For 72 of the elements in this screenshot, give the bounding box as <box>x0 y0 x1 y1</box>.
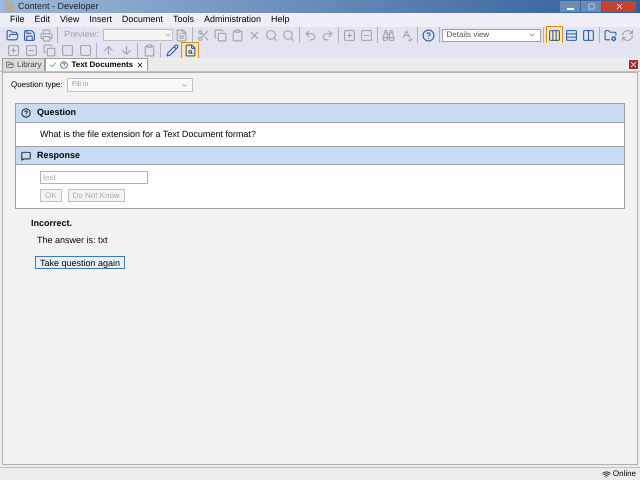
save-icon <box>23 28 36 42</box>
view-dropdown[interactable]: Details view <box>442 28 541 42</box>
check-icon <box>49 61 58 69</box>
help-icon <box>422 28 435 42</box>
minimize-icon <box>566 8 574 10</box>
arrow-up-icon <box>102 44 114 57</box>
redo-icon <box>321 28 334 42</box>
split-view-icon <box>582 28 595 42</box>
preview-label: Preview: <box>64 28 99 42</box>
folder-open-icon <box>6 28 20 42</box>
menu-item[interactable]: View <box>60 13 80 27</box>
answer-text: The answer is: txt <box>37 234 108 246</box>
library-icon <box>6 61 14 69</box>
close-button[interactable] <box>602 1 636 12</box>
network-icon <box>602 470 611 478</box>
question-text: What is the file extension for a Text Document format? <box>40 128 256 141</box>
magnifier-icon <box>265 28 278 42</box>
undo-icon <box>304 28 318 42</box>
columns-button[interactable] <box>546 26 563 44</box>
question-type-label: Question type: <box>11 79 64 91</box>
duplicate-icon <box>42 44 56 57</box>
arrow-down-icon <box>120 44 132 57</box>
minimize-button[interactable] <box>560 1 580 12</box>
menu-item[interactable]: Administration <box>204 13 261 27</box>
tab[interactable]: Library <box>2 58 46 71</box>
add-icon <box>6 44 20 57</box>
app-icon <box>4 2 14 12</box>
delete-icon <box>248 28 262 42</box>
printer-icon <box>40 28 54 42</box>
binoculars-icon <box>382 28 396 42</box>
question-icon <box>60 61 68 69</box>
status-text: Online <box>612 468 636 480</box>
square-icon <box>78 44 92 57</box>
section-title: Response <box>37 148 80 162</box>
menu-item[interactable]: Insert <box>89 13 112 27</box>
retake-button[interactable]: Take question again <box>35 256 126 269</box>
window-title: Content - Developer <box>18 0 99 13</box>
plus-box-icon <box>343 28 356 42</box>
remove-icon <box>24 44 38 57</box>
folder-settings-icon <box>604 28 617 42</box>
response-icon <box>21 150 31 160</box>
minus-box-icon <box>360 28 374 42</box>
result-heading: Incorrect. <box>31 217 72 230</box>
magnifier-icon <box>282 28 296 42</box>
menu-item[interactable]: File <box>10 13 25 27</box>
cut-icon <box>196 28 210 42</box>
pencil-icon <box>166 44 178 57</box>
spell-check-icon <box>400 28 413 42</box>
section-title: Question <box>37 106 76 120</box>
paste-icon <box>231 28 244 42</box>
square-icon <box>60 44 74 57</box>
clipboard-icon <box>142 44 156 57</box>
close-pane-icon[interactable] <box>629 60 638 69</box>
restore-button[interactable] <box>581 1 601 12</box>
close-tab-icon[interactable] <box>136 61 144 69</box>
preview-icon <box>184 44 196 57</box>
menu-item[interactable]: Tools <box>172 13 194 27</box>
chevron-down-icon <box>528 31 536 39</box>
menu-item[interactable]: Help <box>270 13 290 27</box>
tab[interactable]: Text Documents <box>45 58 148 71</box>
restore-icon <box>588 3 594 10</box>
question-icon <box>21 108 31 118</box>
chevron-down-icon <box>164 31 172 39</box>
document-icon <box>174 28 188 42</box>
chevron-down-icon <box>181 82 188 88</box>
refresh-icon <box>620 28 634 42</box>
menu-item[interactable]: Edit <box>34 13 50 27</box>
close-icon <box>614 2 624 11</box>
copy-icon <box>214 28 228 42</box>
columns-icon <box>548 28 561 42</box>
rows-icon <box>564 28 578 42</box>
menu-item[interactable]: Document <box>122 13 163 27</box>
